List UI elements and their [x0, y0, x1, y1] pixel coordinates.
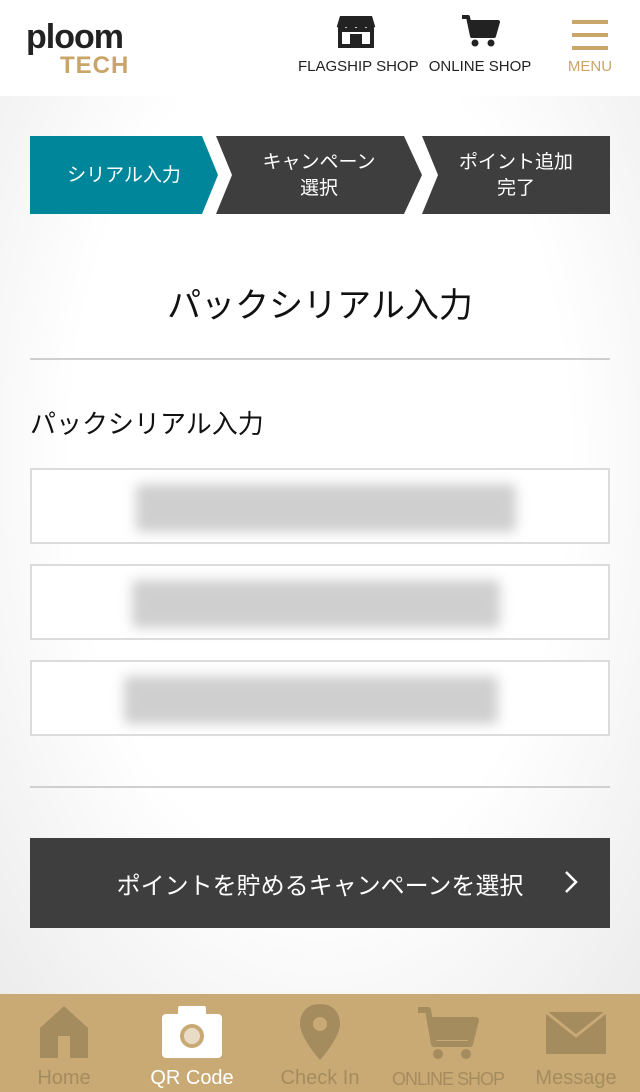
location-pin-icon: [300, 1004, 340, 1060]
tab-online-shop[interactable]: ONLINE SHOP: [384, 994, 512, 1092]
bottom-tab-bar: Home QR Code Check In ONLINE SHOP Messag…: [0, 994, 640, 1092]
page-title: パックシリアル入力: [167, 286, 473, 326]
online-shop-label: ONLINE SHOP: [428, 58, 532, 75]
select-campaign-label: ポイントを貯めるキャンペーンを選択: [116, 871, 524, 900]
camera-icon: [162, 1006, 222, 1058]
menu-button[interactable]: MENU: [560, 14, 620, 75]
tab-label: Home: [37, 1067, 91, 1089]
storefront-icon: [336, 16, 376, 48]
tab-home[interactable]: Home: [0, 994, 128, 1092]
step-campaign-select: キャンペーン 選択: [216, 136, 422, 214]
flagship-shop-label: FLAGSHIP SHOP: [298, 58, 419, 75]
tab-qr-code[interactable]: QR Code: [128, 994, 256, 1092]
tab-message[interactable]: Message: [512, 994, 640, 1092]
step-label: シリアル入力: [67, 164, 181, 186]
ploom-tech-logo[interactable]: ploom TECH: [26, 12, 136, 79]
step-serial-input: シリアル入力: [30, 136, 218, 214]
redacted-value: [124, 676, 498, 724]
menu-label: MENU: [567, 58, 613, 75]
home-icon: [40, 1006, 88, 1058]
progress-steps: シリアル入力 キャンペーン 選択 ポイント追加 完了: [30, 136, 610, 214]
serial-input-1[interactable]: [30, 468, 610, 544]
tab-label: Check In: [280, 1067, 360, 1089]
envelope-icon: [545, 1010, 607, 1054]
hamburger-icon: [572, 18, 608, 52]
flagship-shop-button[interactable]: FLAGSHIP SHOP: [298, 14, 419, 75]
divider: [30, 786, 610, 788]
app-header: ploom TECH FLAGSHIP SHOP ONLINE SHOP MEN…: [0, 0, 640, 96]
chevron-right-icon: [565, 871, 578, 893]
select-campaign-button[interactable]: ポイントを貯めるキャンペーンを選択: [30, 838, 610, 928]
cart-icon: [462, 15, 500, 47]
step-points-complete: ポイント追加 完了: [422, 136, 610, 214]
redacted-value: [132, 580, 500, 628]
tab-check-in[interactable]: Check In: [256, 994, 384, 1092]
serial-input-3[interactable]: [30, 660, 610, 736]
main-content: シリアル入力 キャンペーン 選択 ポイント追加 完了 パックシリアル入力 パック…: [0, 96, 640, 994]
cart-icon: [418, 1007, 479, 1059]
tab-label: QR Code: [150, 1067, 234, 1089]
serial-input-2[interactable]: [30, 564, 610, 640]
divider: [30, 358, 610, 360]
tab-label: ONLINE SHOP: [391, 1069, 505, 1089]
section-label: パックシリアル入力: [30, 410, 264, 440]
step-label: ポイント追加 完了: [458, 151, 573, 199]
online-shop-button[interactable]: ONLINE SHOP: [420, 14, 540, 75]
logo-secondary: TECH: [60, 52, 130, 79]
tab-label: Message: [535, 1067, 617, 1089]
step-label: キャンペーン 選択: [262, 151, 376, 199]
redacted-value: [136, 484, 516, 532]
